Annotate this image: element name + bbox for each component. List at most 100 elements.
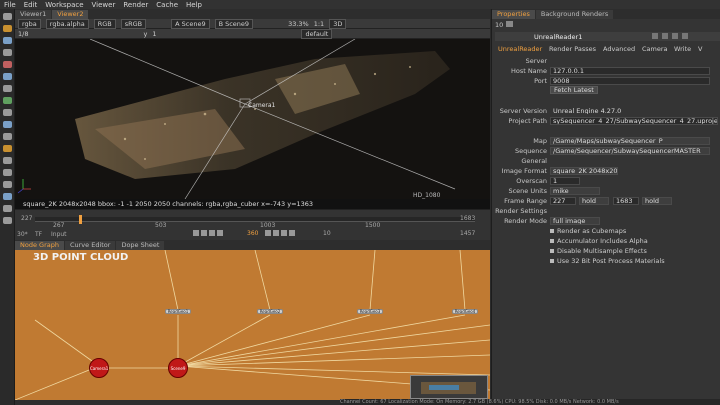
furnace-tool-icon[interactable] [3, 193, 12, 200]
filter-tool-icon[interactable] [3, 73, 12, 80]
menu-file[interactable]: File [4, 1, 16, 9]
subtab-camera[interactable]: Camera [642, 45, 668, 53]
first-frame-icon[interactable] [193, 230, 199, 236]
accumulator-alpha-checkbox[interactable]: Accumulator Includes Alpha [550, 237, 648, 245]
lut-dropdown[interactable]: sRGB [120, 18, 147, 29]
timeline-end[interactable]: 1683 [460, 215, 475, 222]
keyer-tool-icon[interactable] [3, 85, 12, 92]
toolsets-tool-icon[interactable] [3, 169, 12, 176]
node-help-icon[interactable] [652, 33, 658, 39]
scene-node[interactable]: Scene9 [168, 358, 188, 378]
menu-cache[interactable]: Cache [156, 1, 178, 9]
use-32bit-checkbox[interactable]: Use 32 Bit Post Process Materials [550, 257, 665, 265]
map-dropdown[interactable]: /Game/Maps/subwaySequencer_P [550, 137, 710, 145]
menu-render[interactable]: Render [123, 1, 148, 9]
timeline-start[interactable]: 227 [21, 215, 32, 222]
camera-node[interactable]: Camera1 [89, 358, 109, 378]
subtab-render-passes[interactable]: Render Passes [549, 45, 596, 53]
next-frame-icon[interactable] [273, 230, 279, 236]
properties-count[interactable]: 10 [495, 21, 503, 29]
channel-tool-icon[interactable] [3, 49, 12, 56]
tab-properties[interactable]: Properties [492, 10, 535, 19]
menu-edit[interactable]: Edit [24, 1, 38, 9]
sequence-dropdown[interactable]: /Game/Sequencer/SubwaySequencerMASTER [550, 147, 710, 155]
menu-help[interactable]: Help [186, 1, 202, 9]
render-mode-dropdown[interactable]: full image [550, 217, 600, 225]
input-dropdown[interactable]: Input [51, 231, 67, 238]
input-b-dropdown[interactable]: B Scene9 [214, 18, 254, 29]
lock-icon[interactable] [506, 21, 513, 27]
host-input[interactable]: 127.0.0.1 [550, 67, 710, 75]
color-tool-icon[interactable] [3, 61, 12, 68]
3d-tool-icon[interactable] [3, 121, 12, 128]
current-frame[interactable]: 360 [247, 230, 258, 237]
node-name-field[interactable]: UnrealReader1 [534, 33, 582, 41]
node-graph-minimap[interactable] [410, 375, 488, 399]
node-float-icon[interactable] [672, 33, 678, 39]
subtab-more[interactable]: V [698, 45, 702, 53]
timeline-ruler[interactable] [35, 217, 475, 222]
project-path-input[interactable]: sySequencer_4_27/SubwaySequencer_4_27.up… [550, 117, 718, 125]
frame-start-hold-dropdown[interactable]: hold [579, 197, 609, 205]
render-cubemaps-checkbox[interactable]: Render as Cubemaps [550, 227, 626, 235]
tab-background-renders[interactable]: Background Renders [535, 10, 614, 19]
channels-dropdown[interactable]: rgba [18, 18, 41, 29]
air-tool-icon[interactable] [3, 217, 12, 224]
disable-multisample-checkbox[interactable]: Disable Multisample Effects [550, 247, 647, 255]
play-back-icon[interactable] [217, 230, 223, 236]
scene-units-dropdown[interactable]: mike [550, 187, 600, 195]
pixel-ratio[interactable]: 1:1 [314, 20, 324, 28]
image-tool-icon[interactable] [3, 13, 12, 20]
tab-node-graph[interactable]: Node Graph [15, 241, 64, 250]
metadata-tool-icon[interactable] [3, 145, 12, 152]
port-input[interactable]: 9008 [550, 77, 710, 85]
subtab-write[interactable]: Write [674, 45, 691, 53]
overscan-input[interactable]: 1 [550, 177, 580, 185]
subtab-advanced[interactable]: Advanced [603, 45, 635, 53]
image-format-dropdown[interactable]: square_2K 2048x2048 [550, 167, 618, 175]
tab-curve-editor[interactable]: Curve Editor [64, 241, 116, 250]
transform-tool-icon[interactable] [3, 109, 12, 116]
menu-workspace[interactable]: Workspace [45, 1, 83, 9]
viewer-canvas[interactable]: Camera1 HD_1080 [15, 39, 490, 199]
frame-step[interactable]: 10 [323, 230, 331, 237]
playhead-marker[interactable] [79, 215, 82, 224]
input-a-dropdown[interactable]: A Scene9 [171, 18, 210, 29]
camera-dropdown[interactable]: default [301, 28, 333, 39]
frame-end-input[interactable]: 1683 [613, 197, 639, 205]
frame-start-input[interactable]: 227 [550, 197, 576, 205]
other-tool-icon[interactable] [3, 181, 12, 188]
play-icon[interactable] [265, 230, 271, 236]
timeline-end-2[interactable]: 1457 [460, 230, 475, 237]
zoom-level[interactable]: 33.3% [288, 20, 309, 28]
colorspace-dropdown[interactable]: RGB [93, 18, 116, 29]
readgeo-node-3[interactable]: ReadGeo3 [357, 309, 383, 314]
node-close-icon[interactable] [682, 33, 688, 39]
cara-tool-icon[interactable] [3, 205, 12, 212]
tf-dropdown[interactable]: TF [35, 231, 42, 238]
prev-frame-icon[interactable] [209, 230, 215, 236]
next-key-icon[interactable] [281, 230, 287, 236]
last-frame-icon[interactable] [289, 230, 295, 236]
tab-dope-sheet[interactable]: Dope Sheet [116, 241, 165, 250]
frame-counter[interactable]: 1/8 [18, 30, 28, 38]
draw-tool-icon[interactable] [3, 25, 12, 32]
views-tool-icon[interactable] [3, 133, 12, 140]
menu-viewer[interactable]: Viewer [92, 1, 116, 9]
y-value[interactable]: 1 [152, 30, 156, 38]
time-tool-icon[interactable] [3, 37, 12, 44]
prev-key-icon[interactable] [201, 230, 207, 236]
merge-tool-icon[interactable] [3, 97, 12, 104]
subtab-unrealreader[interactable]: UnrealReader [498, 45, 542, 53]
fetch-latest-button[interactable]: Fetch Latest [550, 86, 598, 94]
particles-tool-icon[interactable] [3, 157, 12, 164]
frame-end-hold-dropdown[interactable]: hold [642, 197, 672, 205]
view-mode-dropdown[interactable]: 3D [329, 18, 347, 29]
readgeo-node-2[interactable]: ReadGeo2 [257, 309, 283, 314]
fps-dropdown[interactable]: 30* [17, 231, 28, 238]
layer-dropdown[interactable]: rgba.alpha [45, 18, 89, 29]
readgeo-node-1[interactable]: ReadGeo1 [165, 309, 191, 314]
properties-panel: Properties Background Renders 10 UnrealR… [491, 9, 720, 399]
readgeo-node-4[interactable]: ReadGeo4 [452, 309, 478, 314]
node-color-icon[interactable] [662, 33, 668, 39]
